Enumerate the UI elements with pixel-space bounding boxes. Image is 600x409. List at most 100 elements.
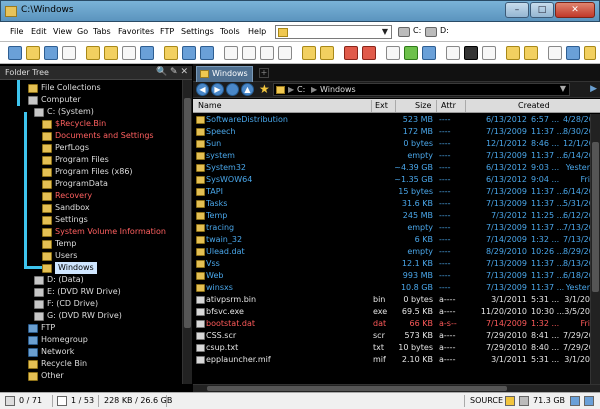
list-item[interactable]: bfsvc.exe exe 69.5 KB a---- 11/20/2010 10:30 … <box>193 306 590 318</box>
document-copy-icon[interactable] <box>242 46 256 60</box>
back-button[interactable]: ◀ <box>196 83 209 96</box>
close-button[interactable]: ✕ <box>555 2 595 18</box>
list-icon[interactable] <box>182 46 196 60</box>
up-button[interactable]: ▲ <box>241 83 254 96</box>
list-item[interactable]: Tasks 31.6 KB ---- 7/13/2009 11:37 ... 5/31/2… <box>193 198 590 210</box>
list-item[interactable]: bootstat.dat dat 66 KB a-s-- 7/14/2009 1:32 .… <box>193 318 590 330</box>
path-separator[interactable]: ▶ <box>311 85 317 94</box>
cell-size: 10.8 GB <box>400 283 433 292</box>
details-icon[interactable] <box>200 46 214 60</box>
expand-icon[interactable]: ▶ <box>590 84 597 94</box>
command-prompt-icon[interactable] <box>464 46 478 60</box>
scroll-thumb[interactable] <box>207 386 507 391</box>
view-icon[interactable] <box>122 46 136 60</box>
tree-tools-icons[interactable]: 🔍 ✎ ✕ <box>156 67 188 77</box>
list-item[interactable]: csup.txt txt 10 bytes a---- 7/29/2010 8:40 ..… <box>193 342 590 354</box>
folder-open-icon[interactable] <box>104 46 118 60</box>
list-item[interactable]: SysWOW64 ~1.35 GB ---- 6/13/2012 9:04 ... Fri <box>193 174 590 186</box>
list-item[interactable]: ativpsrm.bin bin 0 bytes a---- 3/1/2011 5:31 … <box>193 294 590 306</box>
notes-icon[interactable] <box>482 46 496 60</box>
folder-move-icon[interactable] <box>320 46 334 60</box>
menu-help[interactable]: Help <box>248 27 266 36</box>
panel-toggle-icon[interactable] <box>570 396 580 406</box>
new-tab-button[interactable]: + <box>259 68 269 78</box>
chevron-down-icon[interactable]: ▼ <box>382 27 388 36</box>
list-item[interactable]: TAPI 15 bytes ---- 7/13/2009 11:37 ... 6/14/2… <box>193 186 590 198</box>
favorite-star-icon[interactable]: ★ <box>259 82 270 96</box>
list-item[interactable]: System32 ~4.39 GB ---- 6/13/2012 9:03 ... Yes… <box>193 162 590 174</box>
paste-icon[interactable] <box>62 46 76 60</box>
list-item[interactable]: tracing empty ---- 7/13/2009 11:37 ... 7/13/2… <box>193 222 590 234</box>
document-move-icon[interactable] <box>260 46 274 60</box>
sync-icon[interactable] <box>404 46 418 60</box>
cancel-icon[interactable] <box>362 46 376 60</box>
path-segment-c[interactable]: C: <box>297 85 305 94</box>
forward-button[interactable]: ▶ <box>211 83 224 96</box>
tree-node-label: Network <box>41 347 75 356</box>
history-button[interactable] <box>226 83 239 96</box>
menu-settings[interactable]: Settings <box>181 27 214 36</box>
archive-icon[interactable] <box>506 46 520 60</box>
list-item[interactable]: CSS.scr scr 573 KB a---- 7/29/2010 8:41 ... 7/… <box>193 330 590 342</box>
file-icon <box>57 396 67 406</box>
favorites-icon[interactable] <box>164 46 178 60</box>
list-item[interactable]: epplauncher.mif mif 2.10 KB a---- 3/1/2011 5:… <box>193 354 590 366</box>
network-icon[interactable] <box>422 46 436 60</box>
path-separator[interactable]: ▶ <box>288 85 294 94</box>
chevron-down-icon[interactable]: ▼ <box>560 84 566 93</box>
quick-path-combo[interactable]: ▼ <box>275 25 392 39</box>
col-name[interactable]: Name <box>198 101 222 110</box>
list-scrollbar[interactable] <box>590 114 600 384</box>
menu-go[interactable]: Go <box>77 27 88 36</box>
list-item[interactable]: Speech 172 MB ---- 7/13/2009 11:37 ... 8/30/2… <box>193 126 590 138</box>
folder-icon <box>196 116 205 124</box>
list-item[interactable]: winsxs 10.8 GB ---- 7/13/2009 11:37 ... Yeste… <box>193 282 590 294</box>
minimize-button[interactable]: – <box>505 2 529 18</box>
list-item[interactable]: Ulead.dat empty ---- 8/29/2010 10:26 ... 8/29… <box>193 246 590 258</box>
cell-ext: exe <box>373 307 388 316</box>
list-item[interactable]: Web993 MB----7/13/200911:37 ...6/18/20 <box>193 270 590 282</box>
scroll-thumb[interactable] <box>184 98 191 328</box>
document-search-icon[interactable] <box>278 46 292 60</box>
delete-icon[interactable] <box>344 46 358 60</box>
folder-copy-icon[interactable] <box>302 46 316 60</box>
properties-icon[interactable] <box>386 46 400 60</box>
help-icon[interactable] <box>566 46 580 60</box>
list-item[interactable]: systemempty----7/13/200911:37 ...6/14/20 <box>193 150 590 162</box>
horizontal-scrollbar[interactable] <box>193 384 600 392</box>
dual-pane-icon[interactable] <box>584 396 594 406</box>
tree-scrollbar[interactable] <box>182 80 192 384</box>
col-created[interactable]: Created <box>518 101 550 110</box>
list-item[interactable]: twain_326 KB----7/14/20091:32 ...7/13/20 <box>193 234 590 246</box>
list-item[interactable]: SoftwareDistribution 523 MB ---- 6/13/2012 6… <box>193 114 590 126</box>
col-attr[interactable]: Attr <box>441 101 456 110</box>
address-bar[interactable]: ▶ C: ▶ Windows ▼ <box>273 83 570 96</box>
menu-ftp[interactable]: FTP <box>160 27 174 36</box>
path-segment-windows[interactable]: Windows <box>320 85 356 94</box>
file-icon[interactable] <box>446 46 460 60</box>
copy-icon[interactable] <box>44 46 58 60</box>
document-icon[interactable] <box>224 46 238 60</box>
menu-view[interactable]: View <box>53 27 72 36</box>
new-folder-icon[interactable] <box>26 46 40 60</box>
tab-windows[interactable]: Windows <box>196 66 253 82</box>
list-item[interactable]: Sun0 bytes----12/1/20128:46 ...12/1/20 <box>193 138 590 150</box>
menu-tools[interactable]: Tools <box>220 27 240 36</box>
menu-tabs[interactable]: Tabs <box>93 27 111 36</box>
list-item[interactable]: Temp245 MB----7/3/201211:25 ...6/12/20 <box>193 210 590 222</box>
extract-icon[interactable] <box>524 46 538 60</box>
tile-view-icon[interactable] <box>140 46 154 60</box>
folder-icon[interactable] <box>86 46 100 60</box>
menu-file[interactable]: File <box>10 27 23 36</box>
cell-name: system <box>206 151 235 160</box>
scroll-thumb[interactable] <box>592 142 599 292</box>
menu-edit[interactable]: Edit <box>31 27 47 36</box>
menu-favorites[interactable]: Favorites <box>118 27 154 36</box>
more-tools-icon[interactable] <box>584 46 596 60</box>
settings-icon[interactable] <box>548 46 562 60</box>
col-size[interactable]: Size <box>415 101 431 110</box>
list-item[interactable]: Vss12.1 KB----7/13/200911:37 ...8/13/20 <box>193 258 590 270</box>
maximize-button[interactable]: □ <box>530 2 554 18</box>
refresh-icon[interactable] <box>8 46 22 60</box>
col-ext[interactable]: Ext <box>375 101 388 110</box>
